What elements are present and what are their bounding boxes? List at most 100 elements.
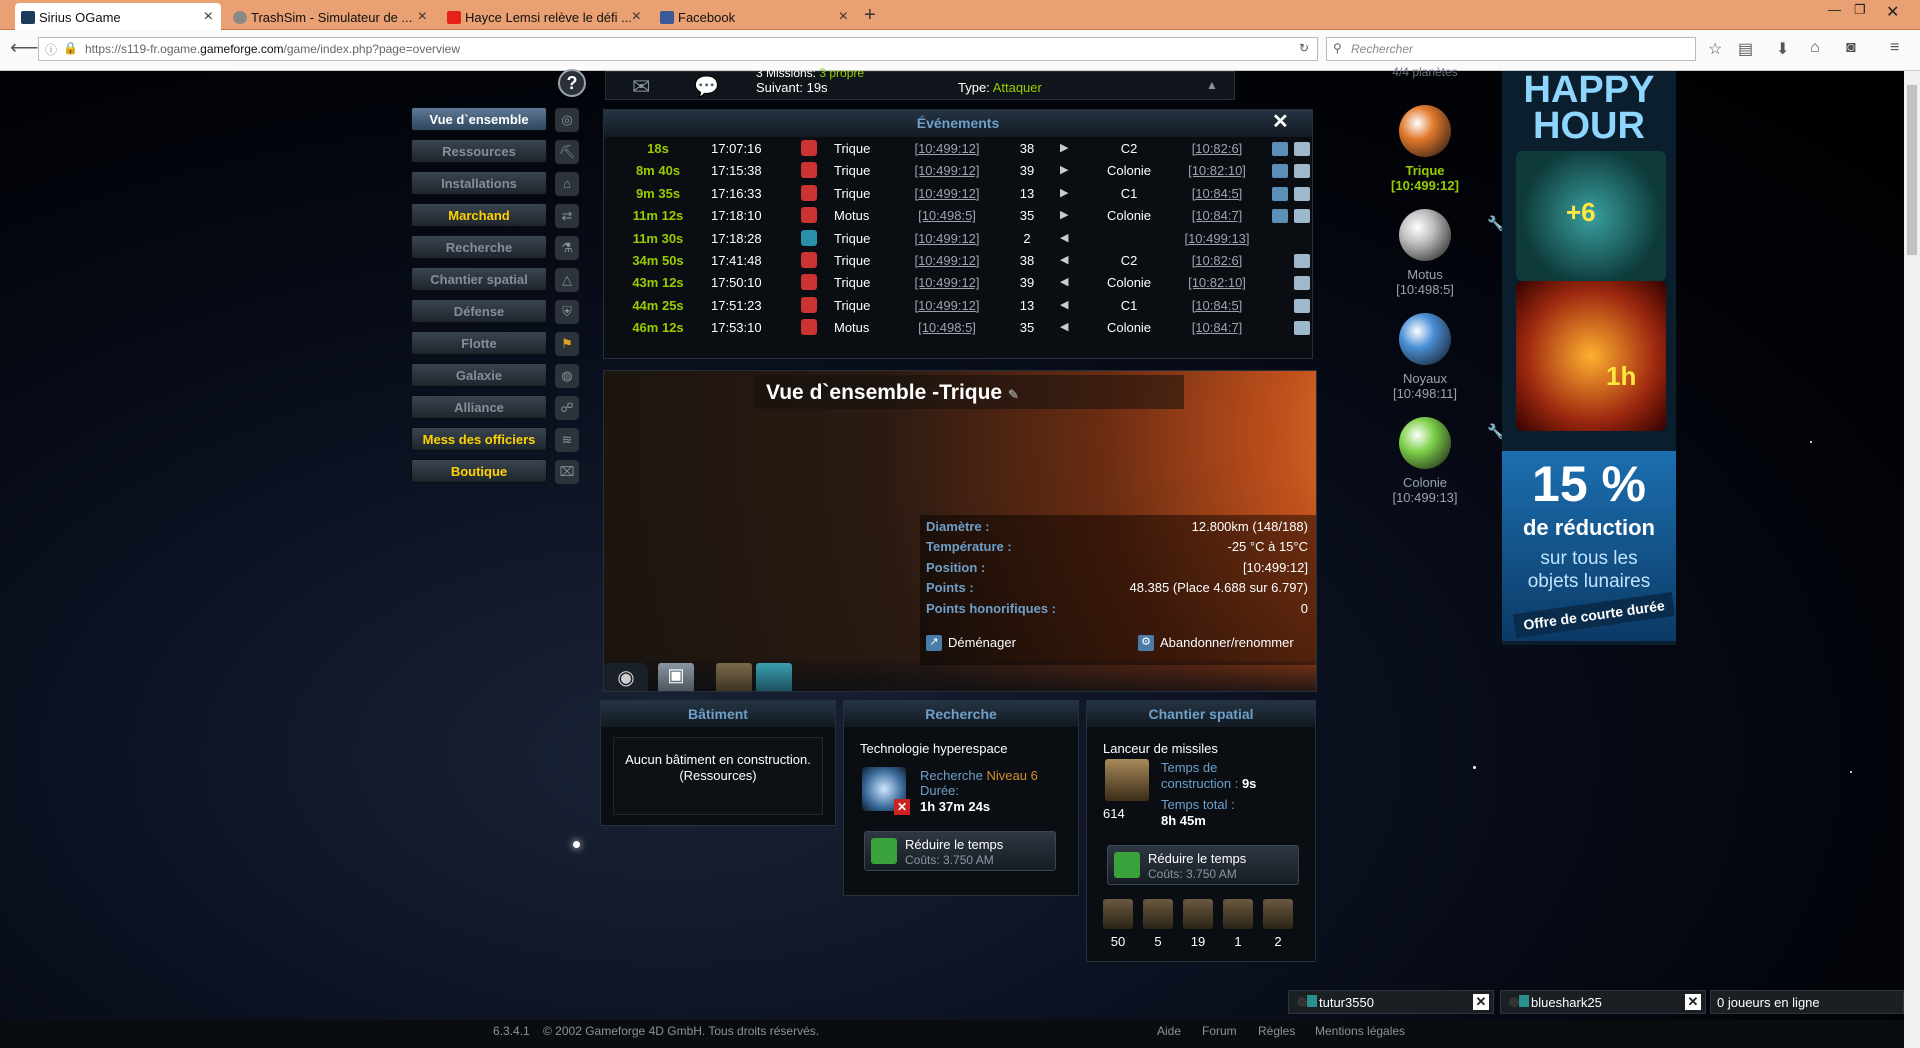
menu-shortcut-icon[interactable]: ⇄ (555, 204, 579, 228)
building-resources-link[interactable]: (Ressources) (614, 768, 822, 784)
event-destination-coords[interactable]: [10:84:7] (1172, 320, 1262, 335)
abandon-rename-link[interactable]: Abandonner/renommer (1160, 635, 1294, 650)
minimize-button[interactable]: — (1828, 2, 1841, 17)
event-destination-coords[interactable]: [10:82:10] (1172, 163, 1262, 178)
chat-icon[interactable]: 💬 (694, 74, 719, 99)
happy-hour-ad[interactable]: HAPPY HOUR +6 1h 15 % de réduction sur t… (1502, 71, 1676, 645)
footer-link-legal[interactable]: Mentions légales (1315, 1024, 1405, 1038)
help-icon[interactable]: ? (558, 69, 586, 97)
menu-item-2[interactable]: Installations (411, 171, 547, 195)
menu-item-7[interactable]: Flotte (411, 331, 547, 355)
maximize-button[interactable]: ❐ (1854, 2, 1866, 18)
close-chat-icon[interactable]: ✕ (1473, 994, 1489, 1010)
search-input[interactable]: ⚲ Rechercher (1326, 37, 1696, 61)
relocate-link[interactable]: Déménager (948, 635, 1016, 650)
pocket-icon[interactable]: ◙ (1846, 39, 1856, 57)
address-bar[interactable]: ⓘ 🔒 https://s119-fr.ogame.gameforge.com/… (38, 37, 1318, 61)
close-tab-icon[interactable]: × (204, 8, 213, 26)
send-message-icon[interactable] (1294, 298, 1310, 313)
messages-icon[interactable]: ✉ (632, 74, 650, 100)
footer-link-help[interactable]: Aide (1157, 1024, 1181, 1038)
footer-link-rules[interactable]: Règles (1258, 1024, 1295, 1038)
event-destination-coords[interactable]: [10:84:5] (1172, 298, 1262, 313)
online-players[interactable]: 0 joueurs en ligne (1710, 990, 1904, 1014)
new-tab-button[interactable]: + (864, 4, 876, 27)
send-message-icon[interactable] (1294, 321, 1310, 336)
menu-shortcut-icon[interactable]: △ (555, 268, 579, 292)
menu-shortcut-icon[interactable]: ☍ (555, 396, 579, 420)
menu-shortcut-icon[interactable]: ◎ (555, 108, 579, 132)
menu-shortcut-icon[interactable]: ⌂ (555, 172, 579, 196)
queue-item-icon[interactable] (1103, 899, 1133, 929)
close-chat-icon[interactable]: ✕ (1685, 994, 1701, 1010)
menu-item-4[interactable]: Recherche (411, 235, 547, 259)
event-origin-coords[interactable]: [10:499:12] (902, 141, 992, 156)
event-destination-coords[interactable]: [10:84:7] (1172, 208, 1262, 223)
event-destination-coords[interactable]: [10:82:10] (1172, 275, 1262, 290)
espionage-icon[interactable] (1272, 142, 1288, 156)
reduce-research-time-button[interactable]: Réduire le temps Coûts: 3.750 AM (864, 831, 1056, 871)
event-destination-coords[interactable]: [10:82:6] (1172, 141, 1262, 156)
reload-icon[interactable]: ↻ (1299, 41, 1309, 55)
event-origin-coords[interactable]: [10:499:12] (902, 275, 992, 290)
event-origin-coords[interactable]: [10:498:5] (902, 208, 992, 223)
edit-icon[interactable]: ✎ (1008, 387, 1019, 402)
menu-shortcut-icon[interactable]: ⚑ (555, 332, 579, 356)
menu-shortcut-icon[interactable]: ⚗ (555, 236, 579, 260)
planet-motus[interactable]: Motus [10:498:5] 🔧 (1375, 209, 1504, 297)
chat-tab-tutur3550[interactable]: tutur3550 ✕ (1288, 990, 1494, 1014)
menu-item-9[interactable]: Alliance (411, 395, 547, 419)
download-icon[interactable]: ⬇ (1776, 39, 1789, 59)
bookmark-star-icon[interactable]: ☆ (1708, 39, 1722, 59)
espionage-icon[interactable] (1272, 186, 1288, 201)
espionage-icon[interactable] (1272, 209, 1288, 224)
queue-item-icon[interactable] (1223, 899, 1253, 929)
espionage-icon[interactable] (1272, 164, 1288, 179)
event-origin-coords[interactable]: [10:499:12] (902, 253, 992, 268)
reduce-shipyard-time-button[interactable]: Réduire le temps Coûts: 3.750 AM (1107, 845, 1299, 885)
planet-view-icon[interactable]: ◉ (604, 663, 648, 691)
event-origin-coords[interactable]: [10:499:12] (902, 186, 992, 201)
menu-item-5[interactable]: Chantier spatial (411, 267, 547, 291)
send-message-icon[interactable] (1294, 142, 1310, 156)
menu-shortcut-icon[interactable]: ≋ (555, 428, 579, 452)
menu-shortcut-icon[interactable]: ◍ (555, 364, 579, 388)
menu-item-8[interactable]: Galaxie (411, 363, 547, 387)
menu-item-10[interactable]: Mess des officiers (411, 427, 547, 451)
queue-item-icon[interactable] (1263, 899, 1293, 929)
queue-item-icon[interactable] (1183, 899, 1213, 929)
close-window-button[interactable]: ✕ (1886, 2, 1899, 22)
cancel-research-icon[interactable]: ✕ (894, 799, 910, 815)
send-message-icon[interactable] (1294, 186, 1310, 201)
menu-item-0[interactable]: Vue d`ensemble (411, 107, 547, 131)
tab-youtube[interactable]: Hayce Lemsi relève le défi ... × (441, 3, 649, 30)
planet-trique[interactable]: Trique [10:499:12] (1375, 105, 1475, 193)
event-destination-coords[interactable]: [10:499:13] (1172, 231, 1262, 246)
tab-trashsim[interactable]: TrashSim - Simulateur de ... × (227, 3, 435, 30)
event-destination-coords[interactable]: [10:84:5] (1172, 186, 1262, 201)
reading-list-icon[interactable]: ▤ (1738, 39, 1753, 59)
tab-facebook[interactable]: Facebook × (654, 3, 856, 30)
scrollbar-thumb[interactable] (1907, 85, 1917, 255)
tab-sirius-ogame[interactable]: Sirius OGame × (15, 3, 221, 30)
menu-hamburger-icon[interactable]: ≡ (1890, 39, 1899, 57)
booster-crystal-icon[interactable] (756, 663, 792, 691)
menu-shortcut-icon[interactable]: ⛨ (555, 300, 579, 324)
booster-metal-icon[interactable] (716, 663, 752, 691)
send-message-icon[interactable] (1294, 164, 1310, 179)
menu-shortcut-icon[interactable]: ⛏ (555, 140, 579, 164)
footer-link-forum[interactable]: Forum (1202, 1024, 1237, 1038)
send-message-icon[interactable] (1294, 209, 1310, 224)
queue-item-icon[interactable] (1143, 899, 1173, 929)
back-button[interactable]: ⟵ (10, 35, 39, 60)
send-message-icon[interactable] (1294, 276, 1310, 291)
menu-item-1[interactable]: Ressources (411, 139, 547, 163)
close-tab-icon[interactable]: × (839, 8, 848, 26)
event-destination-coords[interactable]: [10:82:6] (1172, 253, 1262, 268)
event-origin-coords[interactable]: [10:499:12] (902, 163, 992, 178)
page-scrollbar[interactable] (1904, 71, 1920, 1048)
home-icon[interactable]: ⌂ (1810, 39, 1820, 57)
chat-tab-blueshark25[interactable]: blueshark25 ✕ (1500, 990, 1706, 1014)
event-origin-coords[interactable]: [10:499:12] (902, 298, 992, 313)
menu-item-3[interactable]: Marchand (411, 203, 547, 227)
